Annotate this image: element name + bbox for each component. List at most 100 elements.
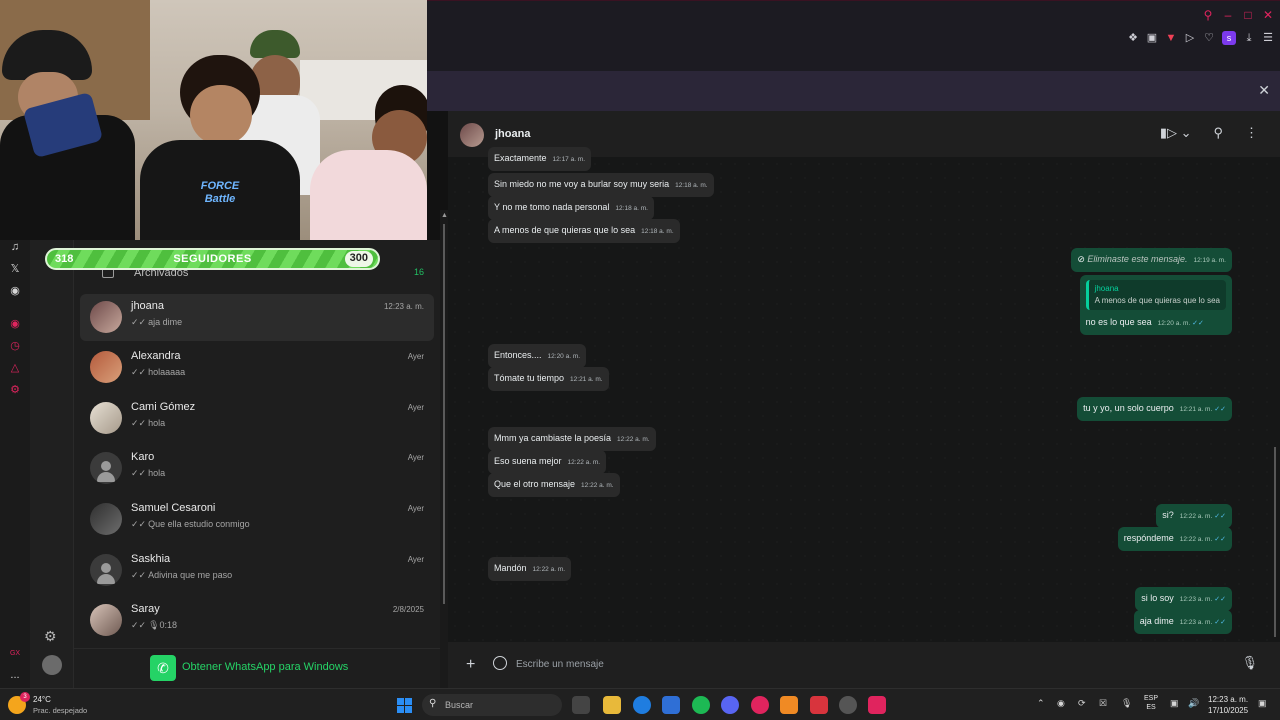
menu-icon[interactable]: ☰	[1262, 31, 1274, 45]
notifications-icon[interactable]: ▣	[1258, 698, 1267, 709]
chat-preview-text: hola	[148, 418, 166, 428]
weather-description: Prac. despejado	[33, 706, 88, 715]
chat-scrollbar[interactable]	[1272, 157, 1278, 642]
quoted-message[interactable]: jhoana A menos de que quieras que lo sea	[1085, 280, 1226, 310]
maximize-icon[interactable]: □	[1242, 8, 1254, 22]
incoming-message[interactable]: Entonces.... 12:20 a. m.	[488, 344, 587, 368]
weather-temperature: 24°C	[33, 695, 51, 704]
discord-icon[interactable]: ◉	[8, 284, 22, 298]
incoming-message[interactable]: Y no me tomo nada personal 12:18 a. m.	[488, 196, 654, 220]
list-item[interactable]: Samuel Cesaroni Ayer ✓✓ Que ella estudio …	[80, 496, 434, 543]
incoming-message[interactable]: Tómate tu tiempo 12:21 a. m.	[488, 367, 609, 391]
opera-gx-icon[interactable]	[751, 696, 769, 714]
message-text: Que el otro mensaje	[494, 479, 576, 489]
microphone-icon[interactable]: 🎙	[1121, 698, 1132, 709]
incoming-message[interactable]: Sin miedo no me voy a burlar soy muy ser…	[488, 173, 714, 197]
pin-icon[interactable]: ❖	[1127, 31, 1139, 45]
incoming-message[interactable]: Mmm ya cambiaste la poesía 12:22 a. m.	[488, 427, 656, 451]
gx-label[interactable]: GX	[8, 647, 22, 661]
outgoing-message[interactable]: respóndeme 12:22 a. m. ✓✓	[1117, 527, 1232, 551]
more-icon[interactable]: ...	[8, 668, 22, 682]
taskbar-search[interactable]: ⚲ Buscar	[422, 694, 562, 716]
chat-preview-text: Que ella estudio conmigo	[148, 519, 250, 529]
profile-avatar[interactable]	[42, 655, 62, 675]
avatar[interactable]	[460, 123, 484, 147]
chat-preview-text: 0:18	[159, 620, 178, 630]
list-item[interactable]: jhoana 12:23 a. m. ✓✓ aja dime	[80, 294, 434, 341]
outgoing-message[interactable]: si? 12:22 a. m. ✓✓	[1156, 504, 1232, 528]
attach-plus-icon[interactable]: +	[466, 656, 475, 674]
person-icon	[101, 461, 111, 471]
wifi-icon[interactable]: ▣	[1170, 698, 1179, 709]
store-icon[interactable]	[662, 696, 680, 714]
incoming-message[interactable]: Mandón 12:22 a. m.	[488, 557, 572, 581]
incoming-message[interactable]: Eso suena mejor 12:22 a. m.	[488, 450, 607, 474]
edge-icon[interactable]	[633, 696, 651, 714]
emoji-icon[interactable]	[493, 656, 507, 670]
player-icon[interactable]: ◉	[8, 317, 22, 331]
scroll-up-icon[interactable]: ▲	[441, 212, 448, 219]
outgoing-message[interactable]: aja dime 12:23 a. m. ✓✓	[1133, 610, 1232, 634]
spotify-icon[interactable]	[692, 696, 710, 714]
scrollbar-thumb[interactable]	[1274, 447, 1276, 637]
file-explorer-icon[interactable]	[603, 696, 621, 714]
get-whatsapp-link[interactable]: Obtener WhatsApp para Windows	[182, 661, 348, 673]
message-time: 12:21 a. m.	[1179, 406, 1213, 413]
snapshot-icon[interactable]: ▣	[1146, 31, 1158, 45]
incoming-message[interactable]: A menos de que quieras que lo sea 12:18 a…	[488, 219, 680, 243]
followers-label: SEGUIDORES	[173, 253, 252, 265]
list-item[interactable]: Saray 2/8/2025 ✓✓ 🎙0:18	[80, 597, 434, 644]
download-icon[interactable]: ⤓	[1243, 31, 1255, 45]
double-check-icon: ✓✓	[1214, 406, 1226, 413]
app-icon[interactable]	[780, 696, 798, 714]
tray-app-icon[interactable]: ◉	[1057, 698, 1065, 709]
language-indicator[interactable]: ESP ES	[1144, 694, 1158, 712]
task-view-icon[interactable]	[572, 696, 590, 714]
tray-network-icon[interactable]: ☒	[1099, 698, 1107, 709]
close-icon[interactable]: ✕	[1262, 8, 1274, 22]
outgoing-message[interactable]: jhoana A menos de que quieras que lo sea…	[1079, 275, 1232, 335]
list-item[interactable]: Alexandra Ayer ✓✓ holaaaaa	[80, 344, 434, 391]
video-call-icon[interactable]: ▮▷ ⌄	[1160, 125, 1192, 141]
tiktok-icon[interactable]: ♫	[8, 240, 22, 254]
search-icon[interactable]: ⚲	[1202, 8, 1214, 22]
profile-avatar[interactable]: s	[1222, 31, 1236, 45]
play-icon[interactable]: ▷	[1184, 31, 1196, 45]
outgoing-message[interactable]: si lo soy 12:23 a. m. ✓✓	[1135, 587, 1232, 611]
list-item[interactable]: Saskhia Ayer ✓✓ Adivina que me paso	[80, 547, 434, 594]
more-options-icon[interactable]: ⋮	[1245, 125, 1258, 141]
gear-icon[interactable]: ⚙	[44, 628, 57, 645]
settings-icon[interactable]: ⚙	[8, 383, 22, 397]
chevron-up-icon[interactable]: ⌃	[1037, 698, 1045, 709]
chat-list-scrollbar[interactable]: ▲	[440, 210, 448, 688]
minimize-icon[interactable]: –	[1222, 8, 1234, 22]
pocket-icon[interactable]: ▼	[1165, 31, 1177, 45]
extensions-icon[interactable]: △	[8, 361, 22, 375]
heart-icon[interactable]: ♡	[1203, 31, 1215, 45]
history-icon[interactable]: ◷	[8, 339, 22, 353]
list-item[interactable]: Karo Ayer ✓✓ hola	[80, 445, 434, 492]
windows-start-icon[interactable]	[397, 698, 412, 713]
contact-name[interactable]: jhoana	[495, 128, 530, 140]
search-icon[interactable]: ⚲	[1213, 125, 1223, 141]
get-whatsapp-windows[interactable]: ✆ Obtener WhatsApp para Windows	[74, 648, 440, 688]
office-icon[interactable]	[810, 696, 828, 714]
microphone-icon[interactable]: 🎙	[1241, 655, 1258, 671]
tiktok-icon[interactable]	[868, 696, 886, 714]
message-input[interactable]: Escribe un mensaje	[516, 659, 604, 670]
list-item[interactable]: Cami Gómez Ayer ✓✓ hola	[80, 395, 434, 442]
tray-sync-icon[interactable]: ⟳	[1078, 698, 1086, 709]
x-icon[interactable]: 𝕏	[8, 262, 22, 276]
scrollbar-thumb[interactable]	[443, 224, 445, 604]
incoming-message[interactable]: Que el otro mensaje 12:22 a. m.	[488, 473, 620, 497]
discord-icon[interactable]	[721, 696, 739, 714]
close-icon[interactable]: ✕	[1258, 82, 1270, 99]
chat-time: Ayer	[407, 352, 424, 361]
system-clock[interactable]: 12:23 a. m. 17/10/2025	[1208, 694, 1248, 716]
outgoing-message[interactable]: ⊘ Eliminaste este mensaje. 12:19 a. m.	[1071, 248, 1232, 272]
incoming-message[interactable]: Exactamente 12:17 a. m.	[488, 147, 592, 171]
language-bottom: ES	[1146, 704, 1156, 711]
outgoing-message[interactable]: tu y yo, un solo cuerpo 12:21 a. m. ✓✓	[1077, 397, 1232, 421]
obs-icon[interactable]	[839, 696, 857, 714]
volume-icon[interactable]: 🔊	[1188, 698, 1199, 709]
